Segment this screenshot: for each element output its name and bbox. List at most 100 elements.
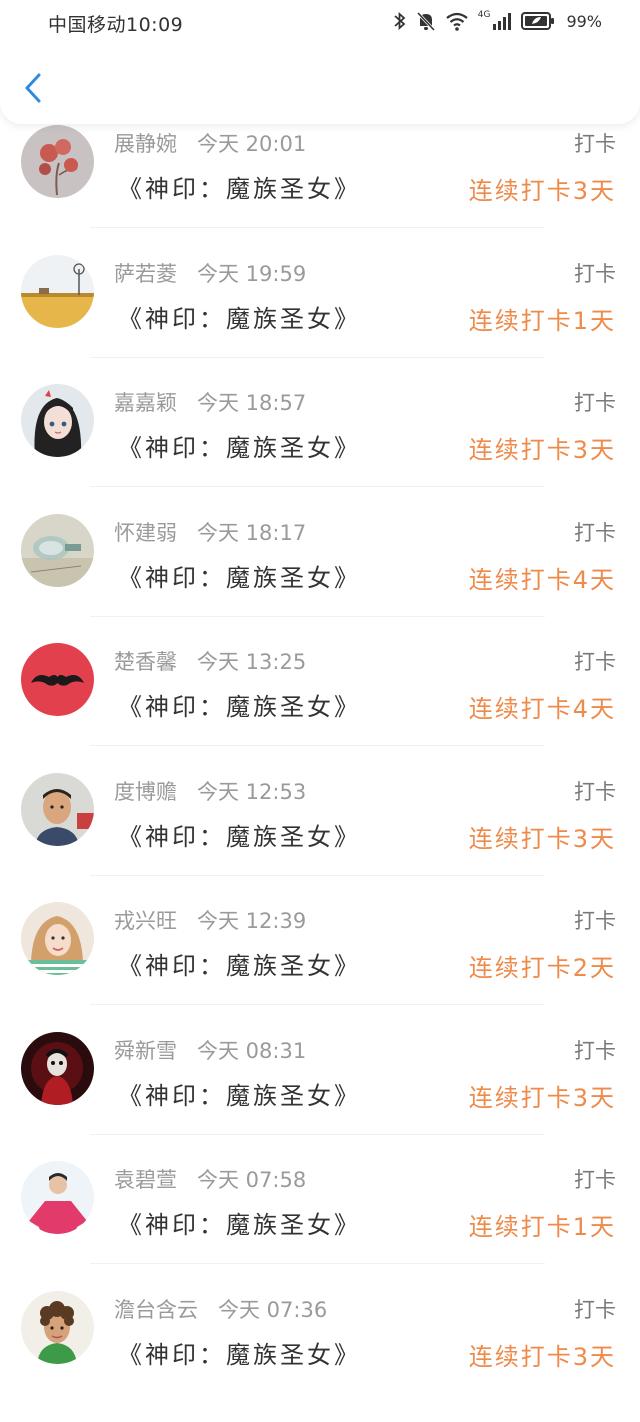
user-name[interactable]: 戎兴旺 xyxy=(114,909,177,933)
avatar[interactable] xyxy=(21,902,94,975)
divider xyxy=(90,615,545,617)
user-name[interactable]: 萨若菱 xyxy=(114,262,177,286)
avatar[interactable] xyxy=(21,643,94,716)
nav-bar xyxy=(0,44,640,124)
list-item[interactable]: 嘉嘉颖 今天 18:57 打卡《神印：魔族圣女》 连续打卡3天 xyxy=(0,384,640,515)
streak-text: 连续打卡4天 xyxy=(468,695,616,723)
book-title[interactable]: 《神印：魔族圣女》 xyxy=(118,169,361,204)
network-type: 4G xyxy=(477,10,491,20)
checkin-label: 打卡 xyxy=(574,1038,616,1063)
streak-text: 连续打卡1天 xyxy=(468,306,616,335)
battery-level: 99% xyxy=(566,11,602,31)
user-meta: 怀建弱 今天 18:17 xyxy=(114,517,306,547)
streak-text: 连续打卡3天 xyxy=(468,436,616,464)
checkin-time: 今天 19:59 xyxy=(197,261,307,286)
user-meta: 度博赡 今天 12:53 xyxy=(114,776,306,806)
user-name[interactable]: 楚香馨 xyxy=(114,650,177,674)
chevron-left-icon xyxy=(25,73,41,103)
avatar[interactable] xyxy=(21,772,94,846)
checkin-time: 今天 12:53 xyxy=(197,779,307,804)
checkin-label: 打卡 xyxy=(574,132,616,156)
checkin-label: 打卡 xyxy=(574,909,616,933)
list-item[interactable]: 展静婉 今天 20:01 打卡 《神印：魔族圣女》 连续打卡3天 xyxy=(0,125,640,256)
book-title[interactable]: 《神印：魔族圣女》 xyxy=(118,1205,361,1240)
divider xyxy=(90,486,545,487)
avatar[interactable] xyxy=(21,1031,94,1105)
book-title[interactable]: 《神印：魔族圣女》 xyxy=(118,1076,361,1111)
user-meta: 楚香馨 今天 13:25 xyxy=(114,646,306,676)
list-item[interactable]: 度博赡 今天 12:53 打卡《神印：魔族圣女》 连续打卡3天 xyxy=(0,772,640,904)
list-item[interactable]: 怀建弱 今天 18:17 打卡《神印：魔族圣女》 连续打卡4天 xyxy=(0,513,640,645)
wifi-icon xyxy=(446,12,468,31)
avatar[interactable] xyxy=(21,513,94,587)
streak-text: 连续打卡1天 xyxy=(468,1213,616,1241)
streak-text: 连续打卡3天 xyxy=(468,1342,616,1371)
book-title[interactable]: 《神印：魔族圣女》 xyxy=(118,428,361,463)
bell-off-icon xyxy=(416,11,435,32)
checkin-label: 打卡 xyxy=(574,1168,616,1192)
checkin-time: 今天 18:17 xyxy=(197,520,307,545)
checkin-time: 今天 07:36 xyxy=(218,1297,328,1322)
checkin-label: 打卡 xyxy=(574,779,616,804)
user-meta: 萨若菱 今天 19:59 xyxy=(114,258,306,288)
checkin-time: 今天 13:25 xyxy=(197,650,307,674)
list-item[interactable]: 袁碧萱 今天 07:58 打卡《神印：魔族圣女》 连续打卡1天 xyxy=(0,1161,640,1292)
list-item[interactable]: 澹台含云 今天 07:36 打卡《神印：魔族圣女》 连续打卡3天 xyxy=(0,1290,640,1422)
user-meta: 舜新雪 今天 08:31 xyxy=(114,1035,306,1065)
streak-text: 连续打卡3天 xyxy=(468,824,616,853)
divider xyxy=(90,745,545,746)
battery-icon xyxy=(521,12,555,30)
user-name[interactable]: 舜新雪 xyxy=(114,1039,177,1063)
user-meta: 戎兴旺 今天 12:39 xyxy=(114,905,306,935)
checkin-label: 打卡 xyxy=(574,1297,616,1322)
book-title[interactable]: 《神印：魔族圣女》 xyxy=(118,299,361,334)
back-button[interactable] xyxy=(18,70,48,106)
checkin-time: 今天 07:58 xyxy=(197,1168,307,1192)
user-name[interactable]: 袁碧萱 xyxy=(114,1168,177,1192)
carrier-time: 中国移动10:09 xyxy=(48,14,184,36)
book-title[interactable]: 《神印：魔族圣女》 xyxy=(118,1335,361,1370)
user-meta: 嘉嘉颖 今天 18:57 xyxy=(114,387,306,417)
avatar[interactable] xyxy=(21,254,94,328)
signal-icon xyxy=(493,13,512,30)
avatar[interactable] xyxy=(21,1161,94,1234)
checkin-time: 今天 20:01 xyxy=(197,132,307,156)
avatar[interactable] xyxy=(21,1290,94,1364)
checkin-label: 打卡 xyxy=(574,261,616,286)
user-name[interactable]: 展静婉 xyxy=(114,132,177,156)
streak-text: 连续打卡3天 xyxy=(468,1083,616,1112)
checkin-label: 打卡 xyxy=(574,520,616,545)
streak-text: 连续打卡2天 xyxy=(468,954,616,982)
list-item[interactable]: 舜新雪 今天 08:31 打卡《神印：魔族圣女》 连续打卡3天 xyxy=(0,1031,640,1163)
book-title[interactable]: 《神印：魔族圣女》 xyxy=(118,558,361,593)
streak-text: 连续打卡4天 xyxy=(468,565,616,594)
divider xyxy=(90,874,545,876)
user-name[interactable]: 澹台含云 xyxy=(114,1298,198,1322)
book-title[interactable]: 《神印：魔族圣女》 xyxy=(118,817,361,852)
user-meta: 展静婉 今天 20:01 xyxy=(114,128,306,158)
user-name[interactable]: 嘉嘉颖 xyxy=(114,391,177,415)
status-icons: 4G 99% xyxy=(393,8,602,34)
divider xyxy=(90,1133,545,1135)
avatar[interactable] xyxy=(21,384,94,457)
divider xyxy=(90,1263,545,1264)
book-title[interactable]: 《神印：魔族圣女》 xyxy=(118,687,361,722)
user-meta: 袁碧萱 今天 07:58 xyxy=(114,1164,306,1194)
bluetooth-icon xyxy=(394,11,406,31)
divider xyxy=(90,227,545,228)
book-title[interactable]: 《神印：魔族圣女》 xyxy=(118,946,361,981)
avatar[interactable] xyxy=(21,125,94,198)
checkin-label: 打卡 xyxy=(574,650,616,674)
list-item[interactable]: 楚香馨 今天 13:25 打卡《神印：魔族圣女》 连续打卡4天 xyxy=(0,643,640,774)
user-meta: 澹台含云 今天 07:36 xyxy=(114,1294,327,1324)
status-bar: 中国移动10:09 4G 99% xyxy=(0,0,640,44)
divider xyxy=(90,356,545,358)
user-name[interactable]: 度博赡 xyxy=(114,780,177,804)
checkin-time: 今天 18:57 xyxy=(197,391,307,415)
checkin-label: 打卡 xyxy=(574,391,616,415)
list-item[interactable]: 戎兴旺 今天 12:39 打卡《神印：魔族圣女》 连续打卡2天 xyxy=(0,902,640,1033)
list-item[interactable]: 萨若菱 今天 19:59 打卡《神印：魔族圣女》 连续打卡1天 xyxy=(0,254,640,386)
checkin-time: 今天 08:31 xyxy=(197,1038,307,1063)
checkin-time: 今天 12:39 xyxy=(197,909,307,933)
user-name[interactable]: 怀建弱 xyxy=(114,521,177,545)
